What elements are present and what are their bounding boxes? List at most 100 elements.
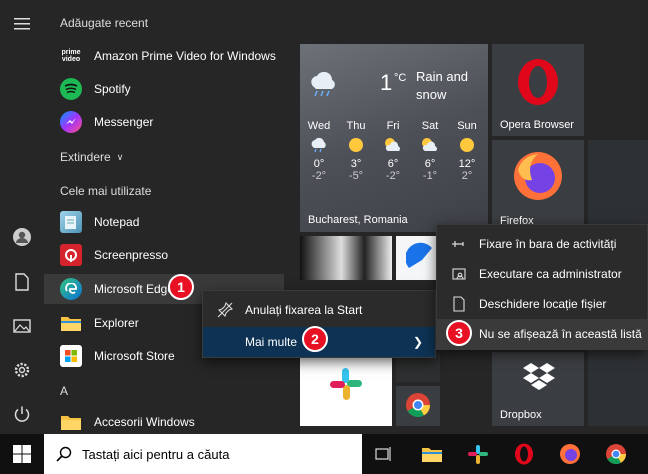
chrome-tile[interactable] bbox=[396, 386, 440, 426]
section-letter-a[interactable]: A bbox=[60, 384, 68, 398]
slack-icon[interactable] bbox=[464, 440, 492, 468]
file-location-icon bbox=[451, 296, 467, 312]
tile-label: Opera Browser bbox=[500, 119, 574, 131]
dropbox-icon bbox=[522, 362, 556, 397]
taskbar-search-box[interactable]: Tastați aici pentru a căuta bbox=[44, 434, 362, 474]
low-temp: -1° bbox=[422, 170, 438, 182]
notepad-icon bbox=[60, 211, 82, 233]
section-recently-added: Adăugate recent bbox=[60, 16, 149, 30]
search-placeholder: Tastați aici pentru a căuta bbox=[82, 446, 230, 462]
forecast-day-sun: Sun 12° 2° bbox=[448, 120, 486, 182]
low-temp: -5° bbox=[348, 170, 364, 182]
low-temp: -2° bbox=[385, 170, 401, 182]
hamburger-menu-icon[interactable] bbox=[10, 12, 34, 36]
menu-label: Deschidere locație fișier bbox=[479, 297, 607, 311]
app-item-spotify[interactable]: Spotify bbox=[44, 74, 284, 104]
firefox-icon bbox=[512, 150, 564, 207]
unpin-from-start-item[interactable]: Anulați fixarea la Start bbox=[203, 295, 435, 325]
weather-tile[interactable]: 1 °C Rain and snow Wed 0° -2° Thu 3° -5°… bbox=[300, 44, 488, 232]
app-item-messenger[interactable]: Messenger bbox=[44, 107, 284, 137]
current-temperature: 1 bbox=[380, 70, 393, 95]
opera-browser-tile[interactable]: Opera Browser bbox=[492, 44, 584, 136]
windows-start-icon[interactable] bbox=[8, 440, 36, 468]
high-temp: 0° bbox=[313, 158, 325, 170]
app-label: Notepad bbox=[94, 215, 140, 229]
app-label: Microsoft Store bbox=[94, 349, 175, 363]
slack-tile[interactable] bbox=[300, 352, 392, 426]
app-label: Explorer bbox=[94, 316, 139, 330]
section-most-used: Cele mai utilizate bbox=[60, 184, 152, 198]
chevron-right-icon: ❯ bbox=[412, 335, 423, 349]
day-name: Wed bbox=[307, 120, 331, 132]
app-label: Amazon Prime Video for Windows bbox=[94, 49, 276, 63]
tiles-area: 1 °C Rain and snow Wed 0° -2° Thu 3° -5°… bbox=[284, 0, 648, 434]
open-file-location-item[interactable]: Deschidere locație fișier bbox=[437, 289, 647, 319]
store-icon bbox=[60, 345, 82, 367]
high-temp: 12° bbox=[458, 158, 476, 170]
temperature-unit: °C bbox=[394, 72, 407, 84]
app-list: Adăugate recent prime video Amazon Prime… bbox=[44, 0, 284, 434]
start-left-rail bbox=[0, 0, 44, 434]
menu-label: Mai multe bbox=[245, 335, 298, 349]
day-name: Sun bbox=[457, 120, 477, 132]
pin-icon bbox=[451, 236, 467, 252]
spotify-icon bbox=[60, 78, 82, 100]
step-badge-3: 3 bbox=[446, 320, 472, 346]
app-label: Messenger bbox=[94, 115, 154, 129]
weather-location: Bucharest, Romania bbox=[308, 214, 408, 226]
pictures-icon[interactable] bbox=[10, 314, 34, 338]
taskbar: Tastați aici pentru a căuta bbox=[0, 434, 648, 474]
app-tile-blue[interactable] bbox=[396, 236, 440, 280]
app-label: Spotify bbox=[94, 82, 131, 96]
file-explorer-icon[interactable] bbox=[418, 440, 446, 468]
chrome-icon[interactable] bbox=[602, 440, 630, 468]
day-name: Sat bbox=[421, 120, 439, 132]
high-temp: 6° bbox=[424, 158, 436, 170]
app-item-prime-video[interactable]: prime video Amazon Prime Video for Windo… bbox=[44, 41, 284, 71]
high-temp: 6° bbox=[387, 158, 399, 170]
app-item-windows-accessories[interactable]: Accesorii Windows bbox=[44, 407, 284, 437]
messenger-icon bbox=[60, 111, 82, 133]
slack-icon bbox=[328, 366, 364, 407]
forecast-day-wed: Wed 0° -2° bbox=[300, 120, 338, 182]
step-badge-1: 1 bbox=[168, 274, 194, 300]
photo-tile[interactable] bbox=[300, 236, 392, 280]
app-item-screenpresso[interactable]: Screenpresso bbox=[44, 240, 284, 270]
power-icon[interactable] bbox=[10, 402, 34, 426]
menu-spacer bbox=[217, 334, 233, 350]
menu-label: Nu se afișează în această listă bbox=[479, 327, 642, 341]
firefox-tile[interactable]: Firefox bbox=[492, 140, 584, 232]
firefox-icon[interactable] bbox=[556, 440, 584, 468]
folder-icon bbox=[60, 312, 82, 334]
opera-icon bbox=[516, 58, 560, 111]
settings-gear-icon[interactable] bbox=[10, 358, 34, 382]
menu-label: Anulați fixarea la Start bbox=[245, 303, 363, 317]
low-temp: -2° bbox=[311, 170, 327, 182]
shield-icon bbox=[451, 266, 467, 282]
expand-label: Extindere bbox=[60, 150, 111, 164]
edge-icon bbox=[60, 278, 82, 300]
opera-icon[interactable] bbox=[510, 440, 538, 468]
rain-snow-icon bbox=[308, 71, 338, 103]
sun-icon bbox=[448, 132, 486, 158]
documents-icon[interactable] bbox=[10, 270, 34, 294]
chrome-icon bbox=[405, 392, 431, 423]
user-account-icon[interactable] bbox=[10, 225, 34, 249]
screenpresso-icon bbox=[60, 244, 82, 266]
task-view-icon[interactable] bbox=[370, 440, 398, 468]
partly-cloudy-icon bbox=[411, 132, 449, 158]
expand-button[interactable]: Extindere ∨ bbox=[60, 150, 123, 164]
folder-icon bbox=[60, 411, 82, 433]
day-name: Thu bbox=[346, 120, 366, 132]
low-temp: 2° bbox=[461, 170, 473, 182]
app-item-notepad[interactable]: Notepad bbox=[44, 207, 284, 237]
chevron-down-icon: ∨ bbox=[116, 151, 124, 162]
step-badge-2: 2 bbox=[302, 326, 328, 352]
app-label: Microsoft Edge bbox=[94, 282, 175, 296]
run-as-admin-item[interactable]: Executare ca administrator bbox=[437, 259, 647, 289]
weather-condition: Rain and snow bbox=[416, 69, 469, 102]
pin-to-taskbar-item[interactable]: Fixare în bara de activități bbox=[437, 229, 647, 259]
dropbox-tile[interactable]: Dropbox bbox=[492, 352, 584, 426]
app-label: Accesorii Windows bbox=[94, 415, 195, 429]
high-temp: 3° bbox=[350, 158, 362, 170]
